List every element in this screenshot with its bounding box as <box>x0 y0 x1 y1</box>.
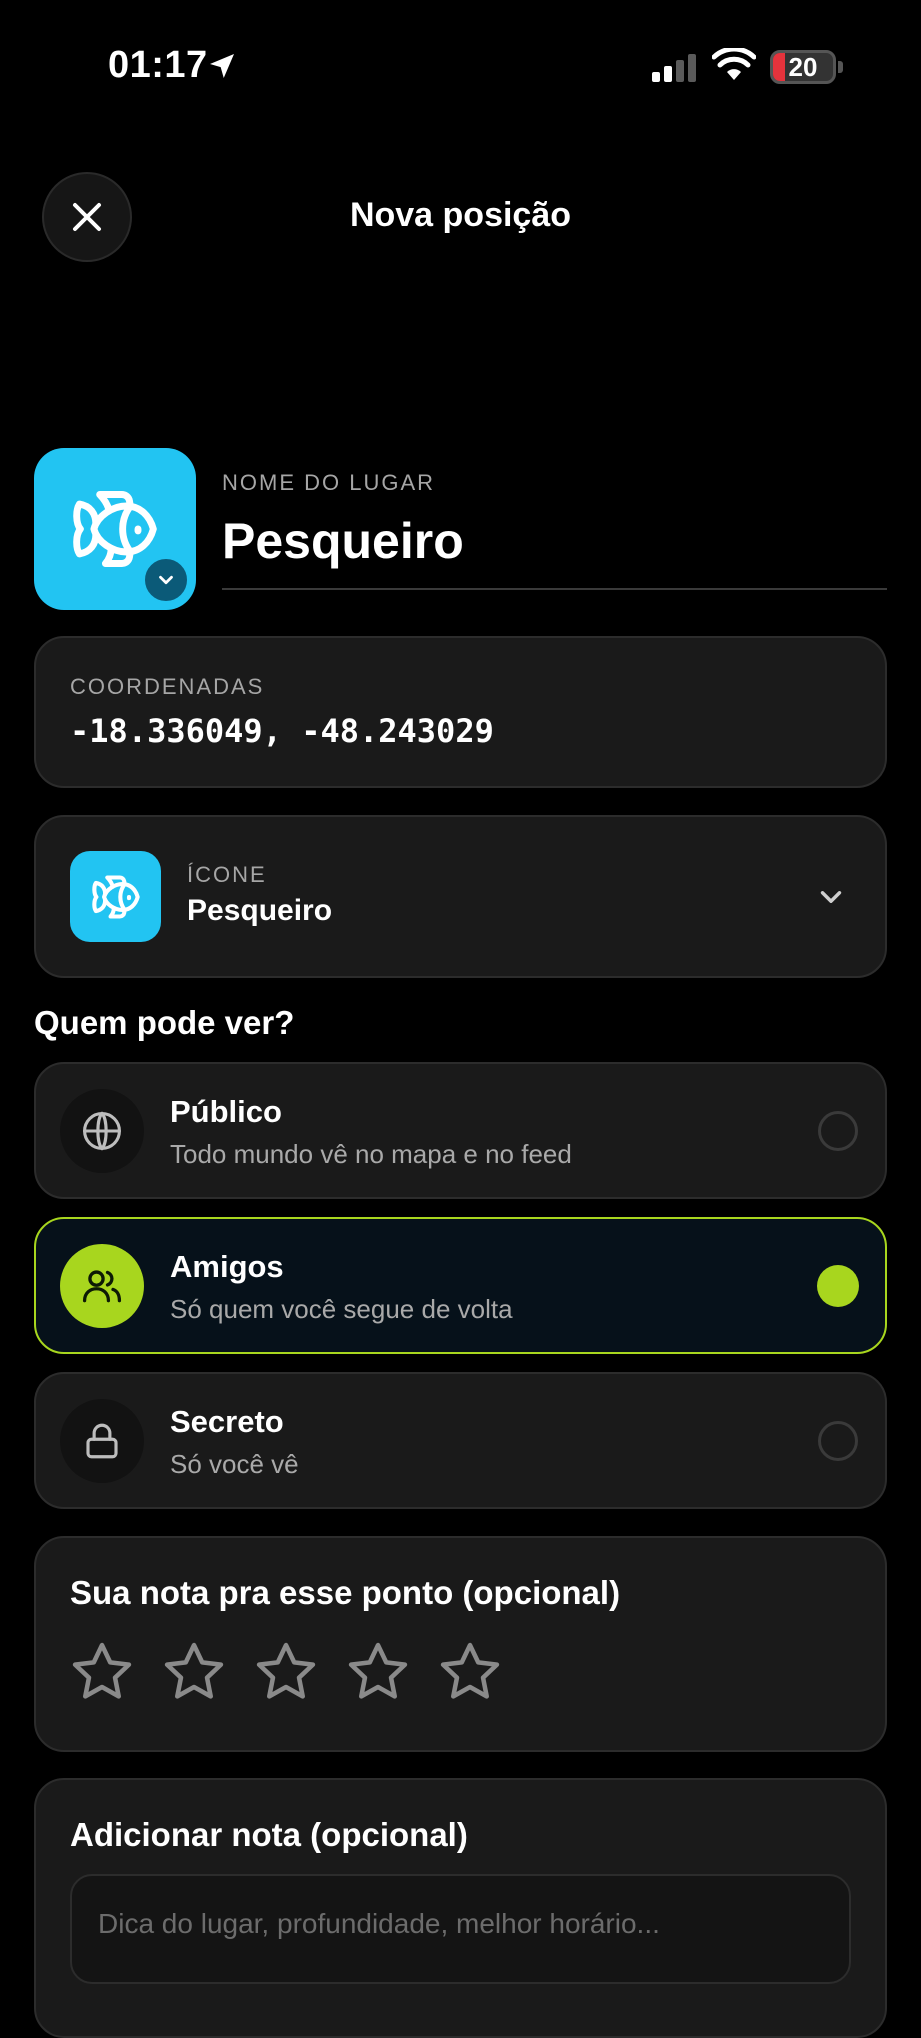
chevron-down-icon[interactable] <box>814 880 848 914</box>
visibility-option-secret[interactable]: Secreto Só você vê <box>34 1372 887 1509</box>
visibility-option-subtitle: Só quem você segue de volta <box>170 1294 513 1324</box>
globe-icon <box>83 1111 121 1151</box>
star-icon[interactable] <box>436 1638 504 1706</box>
icon-selector[interactable] <box>34 815 887 978</box>
visibility-option-title: Secreto <box>170 1404 284 1439</box>
visibility-option-friends[interactable]: Amigos Só quem você segue de volta <box>34 1217 887 1354</box>
lock-icon <box>86 1423 118 1459</box>
globe-icon-wrapper <box>60 1089 144 1173</box>
page-title: Nova posição <box>349 196 572 234</box>
chevron-down-icon[interactable] <box>142 556 190 604</box>
coordinates-label: COORDENADAS <box>70 674 265 699</box>
status-time: 01:17 <box>108 44 208 86</box>
coordinates-value: -18.336049, -48.243029 <box>70 712 494 750</box>
battery-indicator: 20 <box>770 50 836 84</box>
users-icon <box>82 1270 122 1303</box>
battery-nub <box>838 61 843 73</box>
note-title: Adicionar nota (opcional) <box>70 1816 468 1853</box>
star-icon[interactable] <box>252 1638 320 1706</box>
note-input[interactable]: Dica do lugar, profundidade, melhor horá… <box>70 1874 851 1984</box>
lock-icon-wrapper <box>60 1399 144 1483</box>
star-icon[interactable] <box>344 1638 412 1706</box>
cellular-signal-icon <box>652 54 696 82</box>
radio-button[interactable] <box>818 1111 858 1151</box>
icon-selector-value: Pesqueiro <box>187 894 333 927</box>
fish-icon <box>91 874 140 919</box>
visibility-option-public[interactable]: Público Todo mundo vê no mapa e no feed <box>34 1062 887 1199</box>
visibility-option-title: Público <box>170 1094 282 1129</box>
visibility-option-subtitle: Todo mundo vê no mapa e no feed <box>170 1139 572 1169</box>
place-name-underline <box>222 588 887 590</box>
battery-level: 20 <box>788 51 818 82</box>
radio-button-selected[interactable] <box>817 1265 859 1307</box>
place-name-input[interactable]: Pesqueiro <box>222 512 464 570</box>
icon-selector-label: ÍCONE <box>187 862 267 887</box>
location-arrow-icon <box>210 54 234 78</box>
users-icon-wrapper <box>60 1244 144 1328</box>
wifi-icon <box>712 48 756 80</box>
rating-title: Sua nota pra esse ponto (opcional) <box>70 1574 621 1611</box>
star-icon[interactable] <box>160 1638 228 1706</box>
icon-thumbnail <box>70 851 161 942</box>
place-name-label: NOME DO LUGAR <box>222 470 436 495</box>
visibility-option-subtitle: Só você vê <box>170 1449 299 1479</box>
radio-button[interactable] <box>818 1421 858 1461</box>
visibility-section-title: Quem pode ver? <box>34 1004 295 1041</box>
visibility-option-title: Amigos <box>170 1249 284 1284</box>
star-icon[interactable] <box>68 1638 136 1706</box>
fish-icon <box>73 491 157 567</box>
star-rating <box>68 1638 504 1706</box>
